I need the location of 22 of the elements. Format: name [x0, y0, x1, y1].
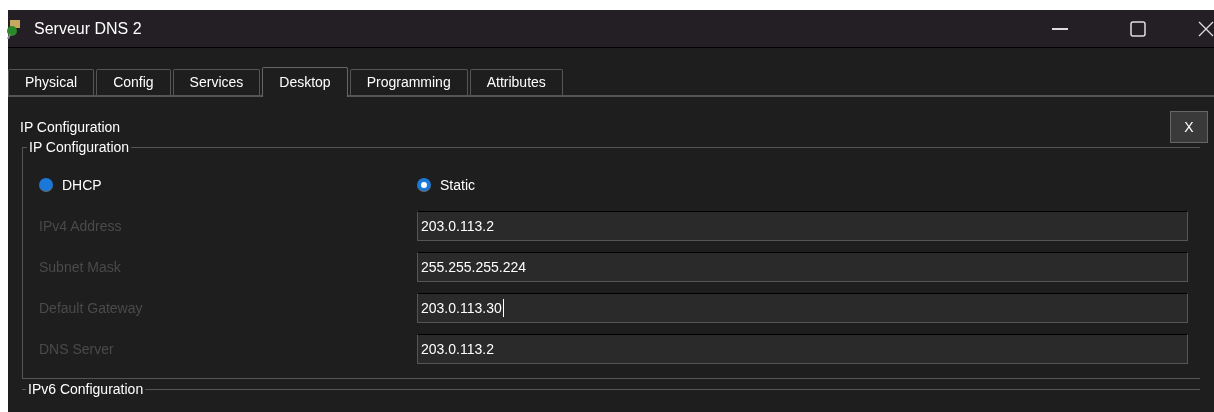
- minimize-icon[interactable]: [1052, 27, 1068, 30]
- radio-option[interactable]: Static: [417, 174, 475, 196]
- server-icon: [6, 18, 22, 39]
- panel-title: IP Configuration: [20, 117, 121, 137]
- close-button[interactable]: X: [1170, 111, 1208, 143]
- tab[interactable]: Attributes: [469, 69, 563, 95]
- tab[interactable]: Config: [96, 69, 171, 95]
- maximize-icon[interactable]: [1130, 20, 1146, 37]
- group-legend: IPv6 Configuration: [26, 381, 146, 397]
- radio-button[interactable]: [417, 178, 431, 192]
- tab[interactable]: Programming: [349, 69, 468, 95]
- input-field[interactable]: 203.0.113.2: [417, 334, 1188, 364]
- input-field[interactable]: 203.0.113.30: [417, 293, 1188, 323]
- tab[interactable]: Physical: [8, 69, 95, 95]
- window-title: Serveur DNS 2: [34, 18, 142, 39]
- input-field[interactable]: 255.255.255.224: [417, 252, 1188, 282]
- tab[interactable]: Desktop: [262, 67, 348, 97]
- radio-button[interactable]: [39, 178, 53, 192]
- close-icon[interactable]: [1198, 20, 1214, 37]
- input-field[interactable]: 203.0.113.2: [417, 211, 1188, 241]
- radio-option[interactable]: DHCP: [23, 174, 417, 196]
- tab[interactable]: Services: [172, 69, 261, 95]
